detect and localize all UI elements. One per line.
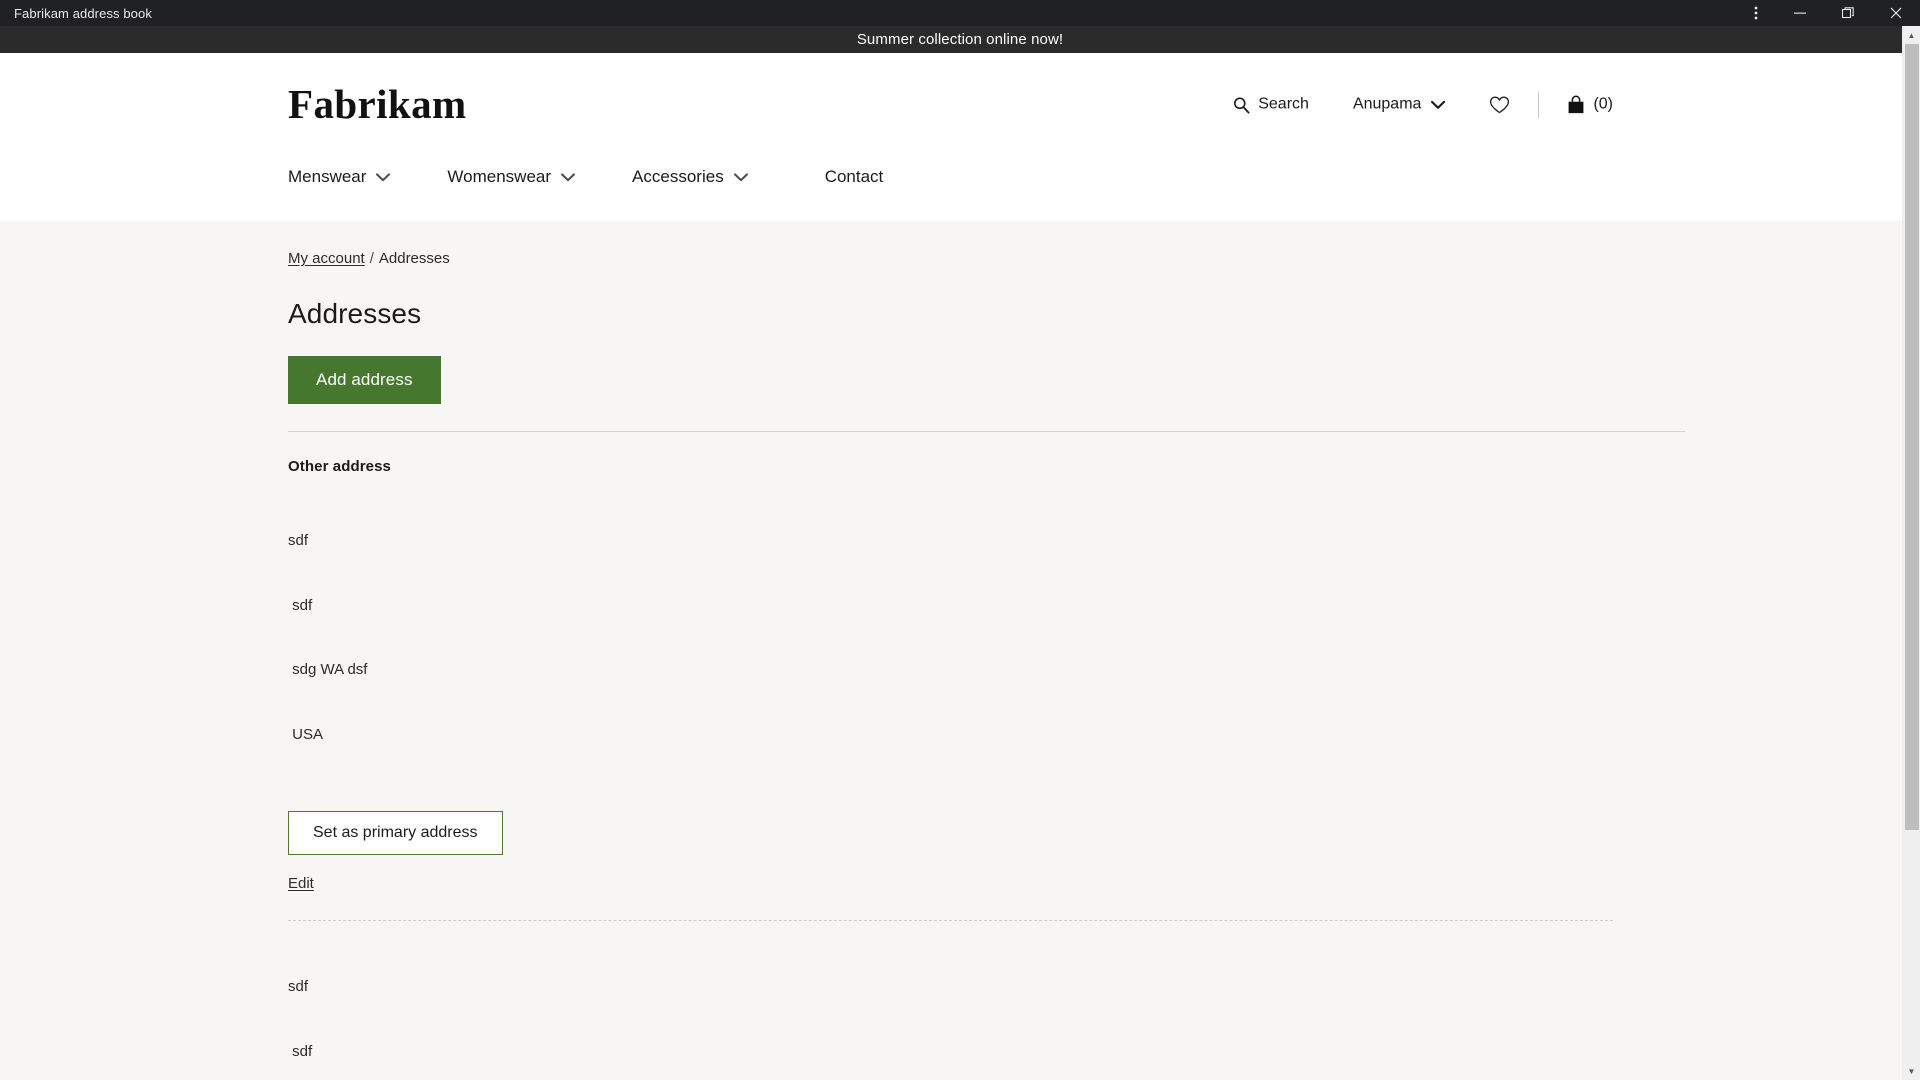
nav-item-label: Contact bbox=[824, 167, 884, 186]
nav-item-accessories[interactable]: Accessories bbox=[632, 156, 748, 187]
chevron-down-icon bbox=[376, 167, 391, 187]
address-lines: sdf sdf sdg WA dsf USA bbox=[288, 487, 1685, 788]
scrollbar-thumb[interactable] bbox=[1905, 44, 1919, 830]
address-line: sdf bbox=[288, 978, 309, 995]
add-address-button[interactable]: Add address bbox=[288, 356, 441, 404]
scroll-down-arrow-icon[interactable]: ▼ bbox=[1903, 1062, 1920, 1080]
cart-button[interactable]: (0) bbox=[1545, 95, 1635, 114]
section-divider bbox=[288, 431, 1685, 432]
promo-banner: Summer collection online now! bbox=[0, 26, 1920, 53]
close-icon bbox=[1889, 6, 1903, 20]
set-primary-address-button[interactable]: Set as primary address bbox=[288, 811, 503, 855]
restore-button[interactable] bbox=[1824, 0, 1872, 26]
scrollbar-track[interactable] bbox=[1903, 44, 1920, 1062]
site-header: Fabrikam Search Anupama (0) Menswear Wom… bbox=[0, 53, 1920, 221]
address-lines: sdf sdf sdg WA dsf USA bbox=[288, 933, 1685, 1080]
breadcrumb-link-my-account[interactable]: My account bbox=[288, 250, 365, 267]
window-title: Fabrikam address book bbox=[14, 5, 152, 21]
nav-item-label: Menswear bbox=[288, 167, 367, 186]
site-logo[interactable]: Fabrikam bbox=[235, 84, 467, 125]
account-label: Anupama bbox=[1352, 95, 1422, 113]
promo-banner-text: Summer collection online now! bbox=[856, 31, 1064, 48]
address-line: sdf bbox=[288, 1042, 313, 1060]
other-address-heading: Other address bbox=[288, 458, 392, 475]
address-line: sdg WA dsf bbox=[288, 661, 368, 678]
page-body: My account / Addresses Addresses Add add… bbox=[0, 221, 1920, 1080]
address-card: sdf sdf sdg WA dsf USA Set as primary ad… bbox=[288, 487, 1685, 893]
chevron-down-icon bbox=[733, 167, 748, 187]
heart-icon bbox=[1489, 95, 1510, 114]
account-menu[interactable]: Anupama bbox=[1331, 96, 1468, 114]
header-divider bbox=[1538, 91, 1540, 118]
edit-address-link[interactable]: Edit bbox=[288, 875, 314, 892]
cart-count: (0) bbox=[1593, 95, 1613, 113]
wishlist-button[interactable] bbox=[1467, 95, 1532, 114]
minimize-button[interactable] bbox=[1776, 0, 1824, 26]
window-controls bbox=[1736, 0, 1920, 26]
scroll-up-arrow-icon[interactable]: ▲ bbox=[1903, 26, 1920, 44]
minimize-icon bbox=[1793, 6, 1807, 20]
address-divider bbox=[288, 920, 1613, 921]
address-card: sdf sdf sdg WA dsf USA Set as primary ad… bbox=[288, 933, 1685, 1080]
search-label: Search bbox=[1258, 95, 1309, 113]
vertical-dots-icon bbox=[1754, 5, 1758, 21]
breadcrumb-current: Addresses bbox=[378, 250, 450, 267]
search-icon bbox=[1233, 96, 1250, 113]
nav-item-label: Accessories bbox=[632, 167, 724, 186]
breadcrumb: My account / Addresses bbox=[288, 250, 1685, 267]
window-menu-button[interactable] bbox=[1736, 0, 1776, 26]
nav-item-womenswear[interactable]: Womenswear bbox=[447, 156, 576, 187]
main-navigation: Menswear Womenswear Accessories Contact bbox=[0, 156, 1920, 221]
vertical-scrollbar[interactable]: ▲ ▼ bbox=[1902, 26, 1920, 1080]
restore-icon bbox=[1841, 6, 1855, 20]
address-line: sdf bbox=[288, 596, 313, 614]
breadcrumb-separator: / bbox=[369, 250, 374, 267]
nav-item-label: Womenswear bbox=[447, 167, 552, 186]
nav-item-contact[interactable]: Contact bbox=[825, 156, 884, 187]
window-titlebar: Fabrikam address book bbox=[0, 0, 1920, 26]
browser-viewport: Summer collection online now! Fabrikam S… bbox=[0, 26, 1920, 1080]
address-line: sdf bbox=[288, 532, 309, 549]
chevron-down-icon bbox=[1431, 100, 1446, 109]
app-window: Fabrikam address book Summer collection … bbox=[0, 0, 1920, 1080]
search-button[interactable]: Search bbox=[1211, 96, 1331, 114]
header-utilities: Search Anupama (0) bbox=[1211, 91, 1635, 118]
chevron-down-icon bbox=[561, 167, 576, 187]
page-title: Addresses bbox=[288, 298, 422, 329]
shopping-bag-icon bbox=[1567, 95, 1585, 114]
close-button[interactable] bbox=[1872, 0, 1920, 26]
nav-item-menswear[interactable]: Menswear bbox=[288, 156, 391, 187]
address-line: USA bbox=[288, 725, 324, 743]
